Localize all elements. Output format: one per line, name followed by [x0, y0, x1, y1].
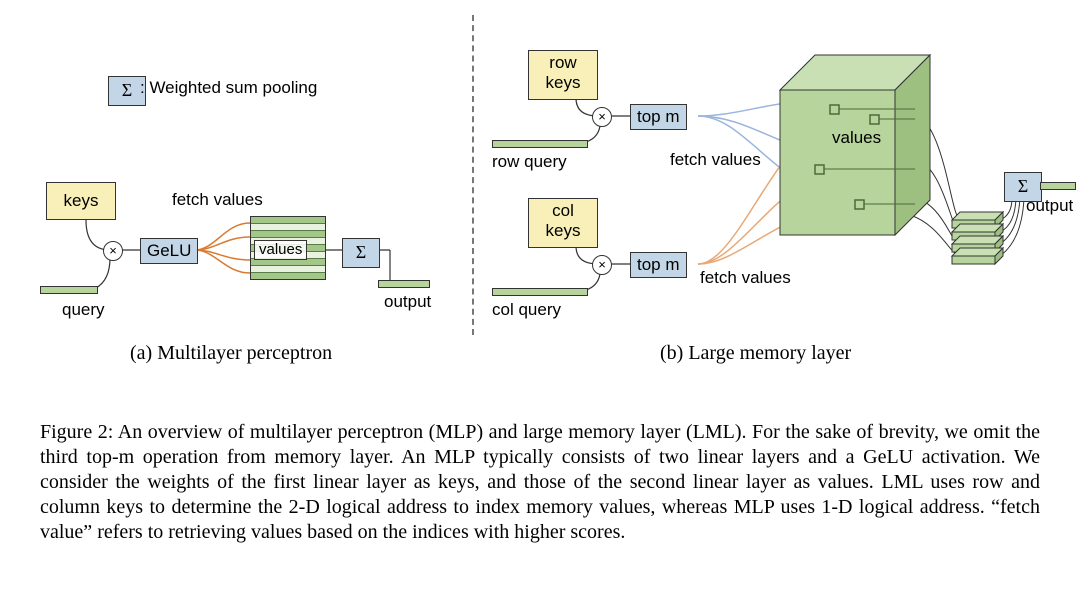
lml-topm-col-box: top m — [630, 252, 687, 278]
figure-canvas: Σ : Weighted sum pooling keys × GeLU fet… — [0, 0, 1080, 360]
mlp-keys-box: keys — [46, 182, 116, 220]
lml-row-query-label: row query — [492, 152, 567, 172]
lml-caption: (b) Large memory layer — [660, 342, 851, 365]
panel-divider — [472, 15, 474, 335]
mlp-query-label: query — [62, 300, 105, 320]
lml-otimes-row-icon: × — [592, 107, 612, 127]
lml-topm-row-box: top m — [630, 104, 687, 130]
lml-row-query-bar — [492, 140, 588, 148]
lml-row-keys-box: row keys — [528, 50, 598, 100]
lml-otimes-col-icon: × — [592, 255, 612, 275]
lml-output-bar — [1040, 182, 1076, 190]
lml-fetch-col-label: fetch values — [700, 268, 791, 288]
lml-col-keys-l2: keys — [535, 221, 591, 241]
mlp-output-bar — [378, 280, 430, 288]
lml-row-keys-l2: keys — [535, 73, 591, 93]
mlp-caption: (a) Multilayer perceptron — [130, 342, 332, 365]
mlp-fetch-label: fetch values — [172, 190, 263, 210]
figure-caption: Figure 2: An overview of multilayer perc… — [40, 420, 1040, 545]
lml-value-slabs — [950, 210, 1010, 276]
lml-col-query-bar — [492, 288, 588, 296]
lml-values-label: values — [832, 128, 881, 148]
mlp-otimes-icon: × — [103, 241, 123, 261]
mlp-sigma-box: Σ — [342, 238, 380, 268]
mlp-gelu-box: GeLU — [140, 238, 198, 264]
mlp-values-label: values — [254, 240, 307, 260]
lml-fetch-row-label: fetch values — [670, 150, 761, 170]
mlp-query-bar — [40, 286, 98, 294]
lml-col-query-label: col query — [492, 300, 561, 320]
lml-output-label: output — [1026, 196, 1073, 216]
lml-col-keys-l1: col — [535, 201, 591, 221]
lml-col-keys-box: col keys — [528, 198, 598, 248]
lml-row-keys-l1: row — [535, 53, 591, 73]
legend-desc: : Weighted sum pooling — [140, 78, 317, 98]
figure-caption-text: Figure 2: An overview of multilayer perc… — [40, 421, 1040, 543]
mlp-output-label: output — [384, 292, 431, 312]
